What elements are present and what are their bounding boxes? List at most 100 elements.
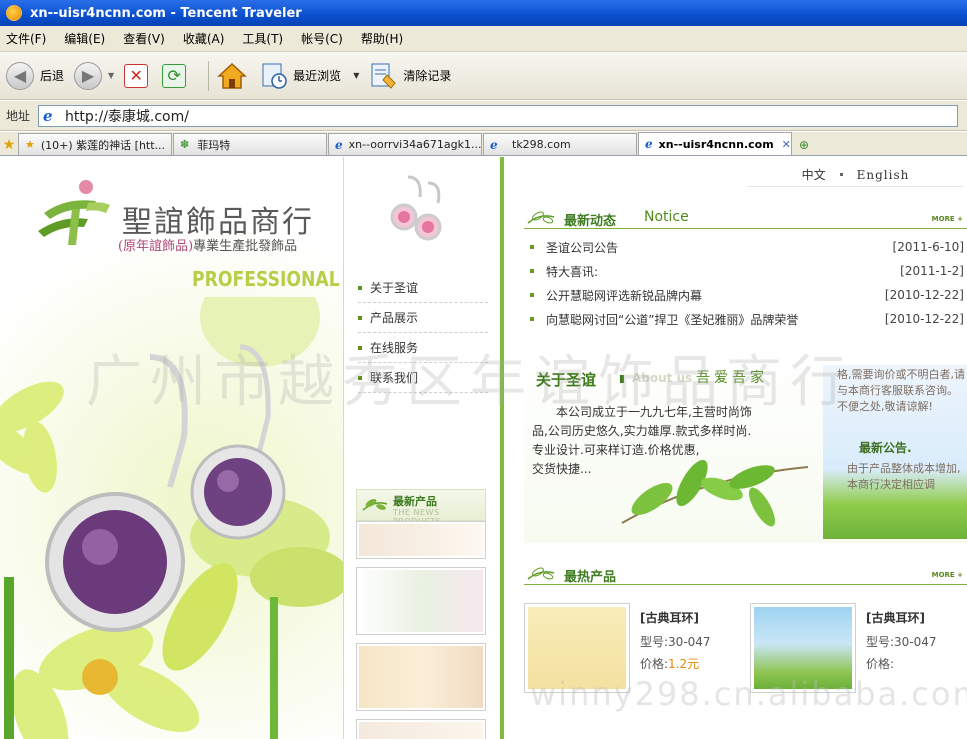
address-label: 地址: [6, 109, 31, 123]
ie-page-icon: e: [335, 137, 343, 152]
watermark-text: 广州市越秀区年谊饰品商行: [86, 350, 854, 415]
leaf-icon: [362, 499, 388, 511]
news-item[interactable]: 特大喜讯: [2011-1-2]: [530, 259, 964, 283]
nav-label: 关于圣谊: [370, 281, 419, 295]
product-price: 价格:1.2元: [640, 655, 699, 672]
news-item[interactable]: 向慧聪网讨回“公道”捍卫《圣妃雅丽》品牌荣誉 [2010-12-22]: [530, 307, 964, 331]
watermark-url: winny298.cn.alibaba.com: [530, 675, 967, 713]
nav-item-about[interactable]: 关于圣谊: [358, 273, 488, 303]
banner-column: 聖誼飾品商行 (原年誼飾品)專業生產批發飾品 PROFESSIONAL: [0, 157, 343, 739]
hot-products-more-link[interactable]: MORE +: [932, 571, 963, 579]
tab-label: (10+) 紫莲的神话 [htt...: [40, 138, 166, 152]
refresh-button[interactable]: ⟳: [162, 63, 190, 88]
product-thumbnail[interactable]: [356, 567, 486, 635]
leaf-icon: [527, 567, 555, 580]
new-products-header: 最新产品 THE NEWS PRODUCTS: [356, 489, 486, 526]
language-switcher: 中文 English: [748, 163, 963, 187]
page-icon: e: [43, 106, 53, 125]
product-thumbnail[interactable]: [356, 719, 486, 739]
dropdown-arrow-icon[interactable]: ▼: [108, 71, 114, 80]
menu-bar: 文件(F) 编辑(E) 查看(V) 收藏(A) 工具(T) 帐号(C) 帮助(H…: [0, 26, 967, 52]
lang-english-link[interactable]: English: [857, 168, 910, 182]
menu-view[interactable]: 查看(V): [123, 30, 165, 47]
close-tab-icon[interactable]: ✕: [782, 138, 791, 151]
star-icon: ★: [25, 138, 35, 151]
stop-icon: ✕: [124, 63, 149, 88]
news-more-link[interactable]: MORE +: [932, 215, 963, 223]
tab-5-active[interactable]: e xn--uisr4ncnn.com ✕: [638, 132, 792, 155]
bullet-icon: [358, 315, 362, 320]
home-button[interactable]: [217, 61, 251, 91]
news-item-date: [2010-12-22]: [884, 312, 964, 326]
product-name[interactable]: [古典耳环]: [866, 609, 925, 626]
recent-history-icon: [261, 62, 289, 90]
menu-file[interactable]: 文件(F): [6, 30, 46, 47]
menu-account[interactable]: 帐号(C): [301, 30, 343, 47]
brand-subtitle-text: 專業生產批發飾品: [193, 239, 298, 254]
product-model: 型号:30-047: [640, 635, 711, 649]
menu-tools[interactable]: 工具(T): [242, 30, 283, 47]
notice-text-2: 由于产品整体成本增加,本商行决定相应调: [847, 462, 961, 491]
tab-label: xn--oorrvi34a671agk1...: [348, 138, 482, 151]
brand-subtitle-pink: (原年誼飾品): [118, 239, 194, 254]
clear-history-button[interactable]: 清除记录: [369, 61, 451, 91]
address-input[interactable]: e http://泰康城.com/: [38, 104, 959, 127]
dropdown-arrow-icon[interactable]: ▼: [353, 71, 359, 80]
lang-chinese-link[interactable]: 中文: [802, 166, 826, 183]
hot-products-header: 最热产品 MORE +: [524, 563, 967, 585]
news-item-title: 公开慧聪网评选新锐品牌内幕: [546, 288, 703, 303]
ie-page-icon: e: [645, 137, 653, 151]
notice-title: 最新公告.: [859, 441, 912, 455]
green-leaf-image: [621, 459, 809, 527]
news-item-date: [2011-6-10]: [892, 240, 964, 254]
back-arrow-icon: ◀: [6, 61, 34, 90]
news-title-en: Notice: [644, 209, 689, 225]
product-price: 价格:: [866, 655, 894, 672]
professional-text: PROFESSIONAL: [192, 267, 340, 291]
tab-4[interactable]: e tk298.com: [483, 133, 637, 155]
forward-button[interactable]: ▶ ▼: [74, 61, 114, 90]
tab-1[interactable]: ★ (10+) 紫莲的神话 [htt...: [18, 133, 172, 155]
bullet-icon: [530, 293, 534, 297]
product-thumbnail[interactable]: [356, 643, 486, 711]
nav-label: 产品展示: [370, 311, 419, 325]
news-item-date: [2010-12-22]: [884, 288, 964, 302]
stop-button[interactable]: ✕: [124, 63, 152, 88]
price-label: 价格:: [640, 657, 669, 671]
toolbar-separator: [208, 60, 210, 91]
product-image: [359, 722, 483, 739]
new-tab-icon[interactable]: ⊕: [795, 135, 813, 155]
tab-2[interactable]: ✽ 菲玛特: [173, 133, 327, 155]
nav-item-products[interactable]: 产品展示: [358, 303, 488, 333]
green-divider-strip: [500, 157, 524, 739]
forward-arrow-icon: ▶: [74, 61, 103, 90]
product-image: [359, 646, 483, 708]
news-item[interactable]: 公开慧聪网评选新锐品牌内幕 [2010-12-22]: [530, 283, 964, 307]
hot-products-title: 最热产品: [564, 570, 617, 585]
clear-history-icon: [369, 61, 399, 91]
menu-help[interactable]: 帮助(H): [361, 30, 403, 47]
separator-dot: [839, 173, 843, 176]
window-titlebar: xn--uisr4ncnn.com - Tencent Traveler: [0, 0, 967, 26]
back-label: 后退: [40, 69, 65, 83]
ie-page-icon: e: [490, 137, 498, 152]
bullet-icon: [358, 285, 362, 290]
clear-history-label: 清除记录: [403, 69, 452, 83]
tab-label: 菲玛特: [197, 138, 231, 152]
tab-3[interactable]: e xn--oorrvi34a671agk1...: [328, 133, 482, 155]
bullet-icon: [530, 245, 534, 249]
new-products-title: 最新产品: [393, 495, 437, 508]
toolbar: ◀ 后退 ▶ ▼ ✕ ⟳ 最近浏览 ▼ 清除记录: [0, 52, 967, 100]
window-title: xn--uisr4ncnn.com - Tencent Traveler: [30, 5, 302, 21]
news-item-title: 圣谊公司公告: [546, 240, 619, 255]
back-button[interactable]: ◀ 后退: [6, 61, 65, 90]
news-title: 最新动态: [564, 214, 617, 229]
menu-favorites[interactable]: 收藏(A): [183, 30, 225, 47]
product-name[interactable]: [古典耳环]: [640, 609, 699, 626]
tab-label: tk298.com: [512, 138, 571, 151]
news-item[interactable]: 圣谊公司公告 [2011-6-10]: [530, 235, 964, 259]
product-thumbnail[interactable]: [356, 521, 486, 559]
menu-edit[interactable]: 编辑(E): [64, 30, 105, 47]
favorites-star-icon[interactable]: ★: [0, 135, 18, 155]
recent-button[interactable]: 最近浏览 ▼: [261, 62, 359, 90]
